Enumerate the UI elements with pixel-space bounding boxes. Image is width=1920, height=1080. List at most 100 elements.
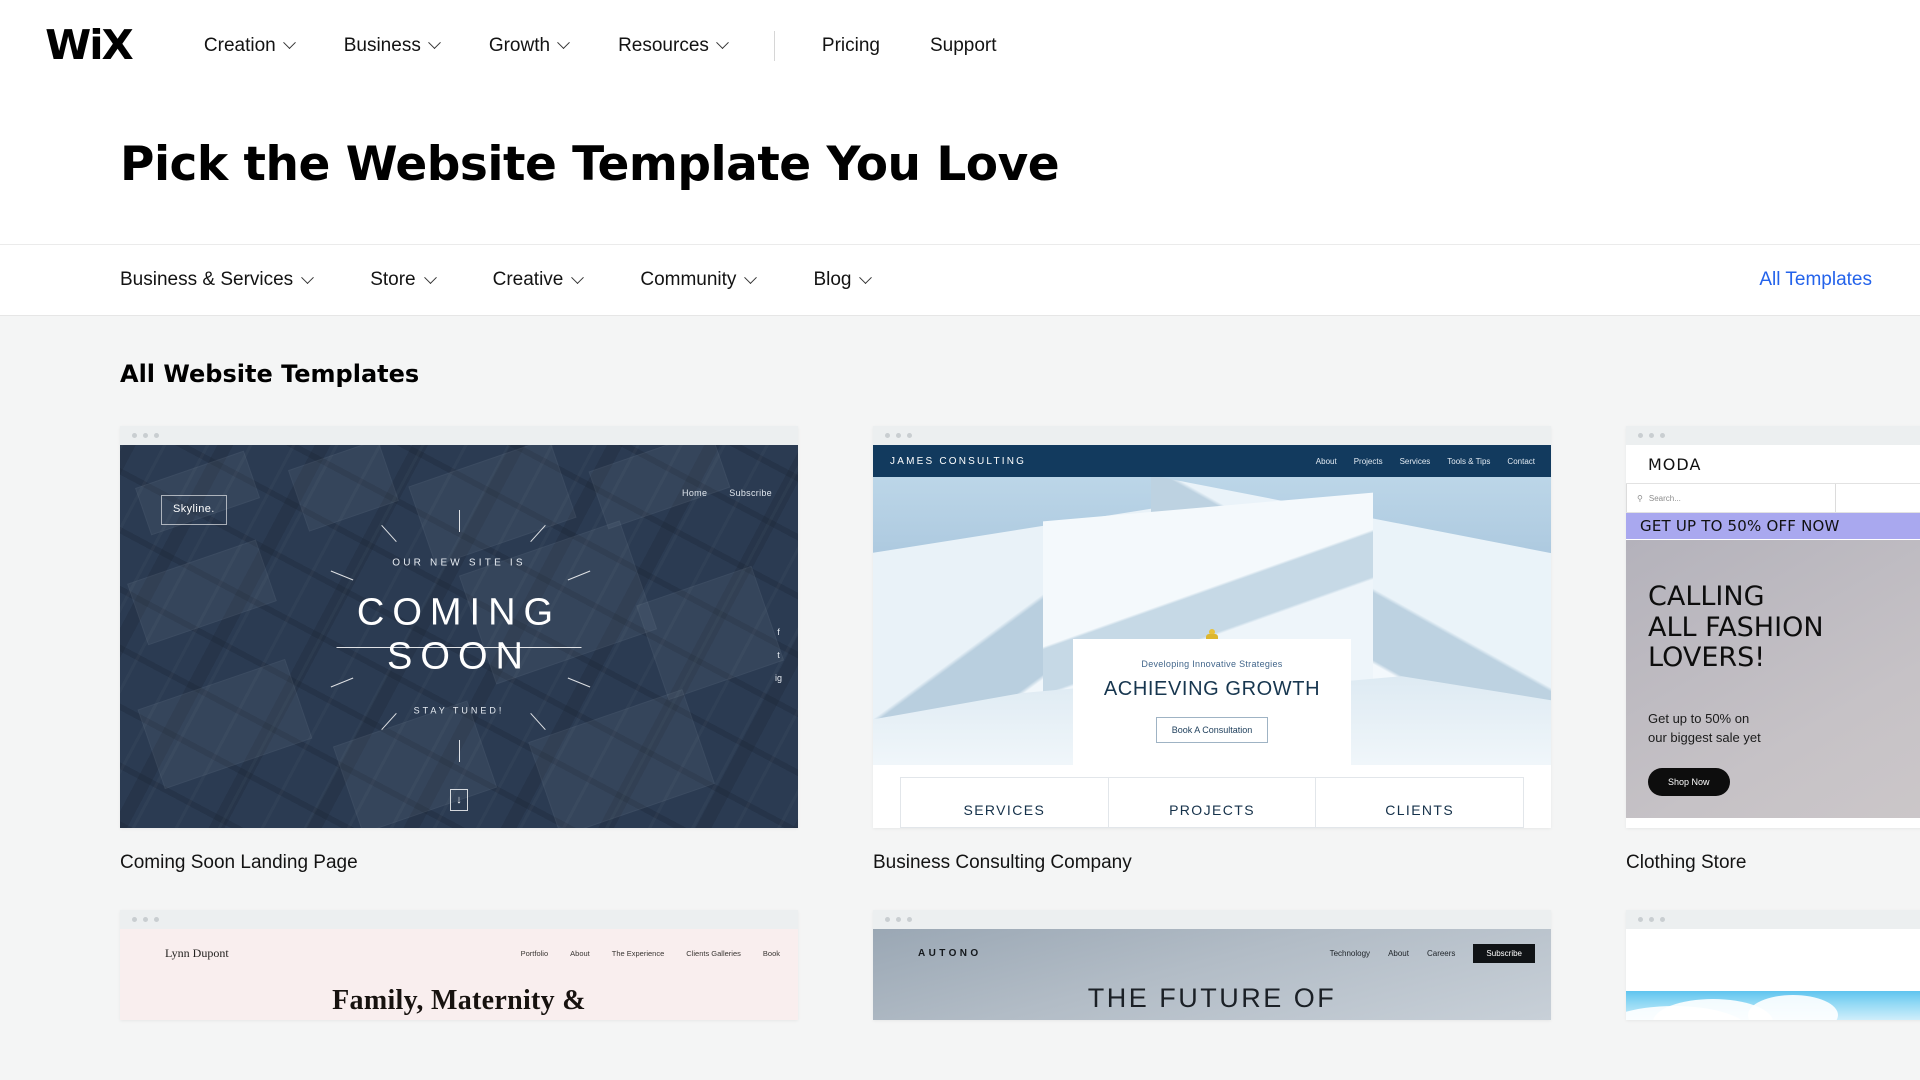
category-label: Community	[640, 269, 737, 290]
category-store[interactable]: Store	[370, 269, 462, 291]
template-preview-body: JAMES CONSULTING About Projects Services…	[873, 445, 1551, 828]
category-business-services[interactable]: Business & Services	[120, 269, 340, 291]
template-name: Clothing Store	[1626, 852, 1747, 873]
window-dot-icon	[1638, 917, 1643, 922]
preview-subtitle: Developing Innovative Strategies	[1141, 659, 1283, 669]
decorative-rule	[336, 646, 582, 648]
category-filter-bar: Business & Services Store Creative Commu…	[0, 244, 1920, 316]
nav-item-business[interactable]: Business	[319, 35, 464, 57]
preview-headline: Family, Maternity &	[332, 985, 586, 1016]
column-heading: CLIENTS	[1385, 802, 1455, 818]
window-dot-icon	[885, 917, 890, 922]
template-thumbnail[interactable]: ALLAN JOHNSON Personal Life Coach	[1626, 910, 1920, 1020]
photography-preview: Lynn Dupont Portfolio About The Experien…	[120, 929, 798, 1020]
scroll-down-icon: ↓	[450, 789, 468, 811]
preview-header: Lynn Dupont Portfolio About The Experien…	[120, 929, 798, 977]
browser-chrome-bar	[120, 426, 798, 445]
life-coach-preview: ALLAN JOHNSON Personal Life Coach	[1626, 929, 1920, 1020]
preview-brand: AUTONO	[918, 947, 982, 959]
section-title: All Website Templates	[120, 360, 420, 388]
consulting-preview: JAMES CONSULTING About Projects Services…	[873, 445, 1551, 828]
preview-nav: Home Subscribe	[682, 488, 772, 498]
instagram-icon: ig	[774, 672, 782, 683]
category-label: Store	[370, 269, 416, 290]
preview-header: AUTONO Technology About Careers Subscrib…	[873, 929, 1551, 977]
headline-line-1: CALLING	[1648, 581, 1765, 612]
template-thumbnail[interactable]: Skyline. Home Subscribe OUR NEW SITE IS …	[120, 426, 798, 828]
preview-logo: Skyline.	[161, 495, 227, 525]
preview-nav: Portfolio About The Experience Clients G…	[521, 949, 780, 958]
preview-headline-line2: SOON	[387, 636, 531, 678]
template-thumbnail[interactable]: JAMES CONSULTING About Projects Services…	[873, 426, 1551, 828]
preview-nav-book: Book	[762, 948, 780, 958]
category-community[interactable]: Community	[640, 269, 783, 291]
preview-nav-about: About	[570, 948, 590, 958]
preview-nav-home: Home	[682, 488, 708, 498]
browser-chrome-bar	[1626, 910, 1920, 929]
nav-item-growth[interactable]: Growth	[464, 35, 593, 57]
preview-center-content: OUR NEW SITE IS COMING SOON STAY TUNED!	[120, 557, 798, 716]
hero-section: Pick the Website Template You Love	[0, 91, 1920, 244]
nav-item-label: Business	[343, 34, 421, 56]
template-thumbnail[interactable]: MODA ⚲ Search... GET UP TO 50% OFF NOW C…	[1626, 426, 1920, 828]
browser-chrome-bar	[873, 910, 1551, 929]
preview-brand: JAMES CONSULTING	[890, 455, 1027, 467]
preview-nav-portfolio: Portfolio	[520, 948, 549, 958]
nav-item-support[interactable]: Support	[905, 35, 1022, 57]
window-dot-icon	[896, 917, 901, 922]
nav-item-creation[interactable]: Creation	[179, 35, 319, 57]
nav-item-label: Growth	[488, 34, 551, 56]
templates-section: All Website Templates Skyline. Home Subs…	[0, 316, 1920, 1020]
preview-header: JAMES CONSULTING About Projects Services…	[873, 445, 1551, 477]
template-preview-body: MODA ⚲ Search... GET UP TO 50% OFF NOW C…	[1626, 445, 1920, 828]
nav-item-label: Resources	[618, 34, 709, 56]
window-dot-icon	[154, 433, 159, 438]
nav-item-pricing[interactable]: Pricing	[797, 35, 905, 57]
template-card-coming-soon[interactable]: Skyline. Home Subscribe OUR NEW SITE IS …	[120, 426, 798, 874]
preview-brand: MODA	[1648, 454, 1702, 474]
category-blog[interactable]: Blog	[813, 269, 898, 291]
autono-preview: AUTONO Technology About Careers Subscrib…	[873, 929, 1551, 1020]
nav-item-label: Creation	[203, 34, 276, 56]
chevron-down-icon	[859, 270, 873, 284]
preview-search-row: ⚲ Search...	[1626, 483, 1920, 513]
template-card-photography[interactable]: Lynn Dupont Portfolio About The Experien…	[120, 910, 798, 1020]
category-creative[interactable]: Creative	[493, 269, 611, 291]
nav-item-resources[interactable]: Resources	[593, 35, 752, 57]
preview-nav-tools-tips: Tools & Tips	[1447, 456, 1491, 466]
template-card-life-coach[interactable]: ALLAN JOHNSON Personal Life Coach	[1626, 910, 1920, 1020]
all-templates-link[interactable]: All Templates	[1759, 269, 1878, 291]
headline-line-3: LOVERS!	[1648, 642, 1766, 673]
preview-nav-technology: Technology	[1329, 948, 1371, 958]
templates-grid-row-2: Lynn Dupont Portfolio About The Experien…	[120, 910, 1920, 1020]
headline-line-2: ALL FASHION	[1648, 611, 1824, 643]
template-thumbnail[interactable]: AUTONO Technology About Careers Subscrib…	[873, 910, 1551, 1020]
preview-nav-careers: Careers	[1426, 948, 1456, 958]
preview-hero-image: Developing Innovative Strategies ACHIEVI…	[873, 477, 1551, 765]
wix-logo[interactable]: WiX	[45, 25, 134, 66]
category-nav: Business & Services Store Creative Commu…	[120, 269, 928, 291]
preview-posttitle: STAY TUNED!	[413, 705, 505, 716]
window-dot-icon	[143, 917, 148, 922]
subtext-line-2: our biggest sale yet	[1648, 729, 1761, 745]
preview-column-clients: CLIENTS I'm a paragraph. Click here to a…	[1316, 778, 1523, 827]
preview-nav-subscribe: Subscribe	[729, 488, 772, 498]
preview-headline: CALLING ALL FASHION LOVERS!	[1648, 581, 1824, 674]
preview-brand: Lynn Dupont	[165, 945, 229, 960]
clothing-store-preview: MODA ⚲ Search... GET UP TO 50% OFF NOW C…	[1626, 445, 1920, 828]
preview-hero: CALLING ALL FASHION LOVERS! Get up to 50…	[1626, 540, 1920, 818]
window-dot-icon	[896, 433, 901, 438]
preview-headline: THE FUTURE OF	[1087, 983, 1337, 1013]
preview-social-icons: f t ig	[775, 627, 782, 683]
window-dot-icon	[907, 433, 912, 438]
template-card-clothing-store[interactable]: MODA ⚲ Search... GET UP TO 50% OFF NOW C…	[1626, 426, 1920, 874]
template-preview-body: AUTONO Technology About Careers Subscrib…	[873, 929, 1551, 1020]
preview-nav: Technology About Careers Subscribe	[1329, 943, 1535, 963]
preview-search-field: ⚲ Search...	[1626, 484, 1836, 512]
window-dot-icon	[1638, 433, 1643, 438]
primary-nav: Creation Business Growth Resources Prici…	[179, 30, 1022, 61]
template-thumbnail[interactable]: Lynn Dupont Portfolio About The Experien…	[120, 910, 798, 1020]
template-card-autono[interactable]: AUTONO Technology About Careers Subscrib…	[873, 910, 1551, 1020]
preview-nav-the-experience: The Experience	[611, 948, 665, 958]
template-card-business-consulting[interactable]: JAMES CONSULTING About Projects Services…	[873, 426, 1551, 874]
